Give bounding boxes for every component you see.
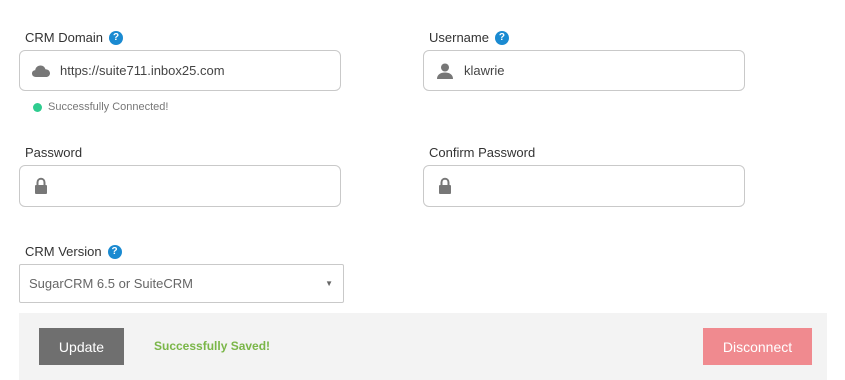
disconnect-button[interactable]: Disconnect bbox=[703, 328, 812, 365]
help-icon[interactable]: ? bbox=[109, 31, 124, 45]
update-button[interactable]: Update bbox=[39, 328, 124, 365]
confirm-password-label-group: Confirm Password bbox=[429, 145, 535, 161]
lock-icon bbox=[30, 175, 52, 197]
password-label-group: Password bbox=[25, 145, 82, 161]
crm-domain-label: CRM Domain bbox=[25, 30, 104, 45]
help-icon[interactable]: ? bbox=[494, 31, 509, 45]
connection-status-text: Successfully Connected! bbox=[48, 101, 169, 113]
crm-version-select[interactable]: SugarCRM 6.5 or SuiteCRM ▼ bbox=[19, 264, 344, 303]
username-label: Username bbox=[429, 30, 489, 45]
help-icon[interactable]: ? bbox=[107, 245, 122, 259]
confirm-password-field[interactable] bbox=[423, 165, 745, 207]
crm-domain-label-group: CRM Domain ? bbox=[25, 30, 124, 46]
action-footer: Update Successfully Saved! Disconnect bbox=[19, 313, 827, 380]
username-label-group: Username ? bbox=[429, 30, 509, 46]
status-dot-icon bbox=[33, 102, 42, 112]
connection-status: Successfully Connected! bbox=[33, 101, 168, 113]
confirm-password-label: Confirm Password bbox=[429, 145, 536, 160]
chevron-down-icon: ▼ bbox=[325, 279, 333, 288]
crm-domain-value: https://suite711.inbox25.com bbox=[60, 63, 225, 78]
username-value: klawrie bbox=[464, 63, 505, 78]
crm-version-label-group: CRM Version ? bbox=[25, 244, 122, 260]
crm-version-label: CRM Version bbox=[25, 244, 102, 259]
user-icon bbox=[434, 60, 456, 82]
cloud-icon bbox=[30, 60, 52, 82]
password-label: Password bbox=[25, 145, 83, 160]
username-field[interactable]: klawrie bbox=[423, 50, 745, 91]
saved-message: Successfully Saved! bbox=[154, 339, 271, 353]
crm-domain-field[interactable]: https://suite711.inbox25.com bbox=[19, 50, 341, 91]
crm-version-selected: SugarCRM 6.5 or SuiteCRM bbox=[29, 276, 193, 291]
lock-icon bbox=[434, 175, 456, 197]
password-field[interactable] bbox=[19, 165, 341, 207]
